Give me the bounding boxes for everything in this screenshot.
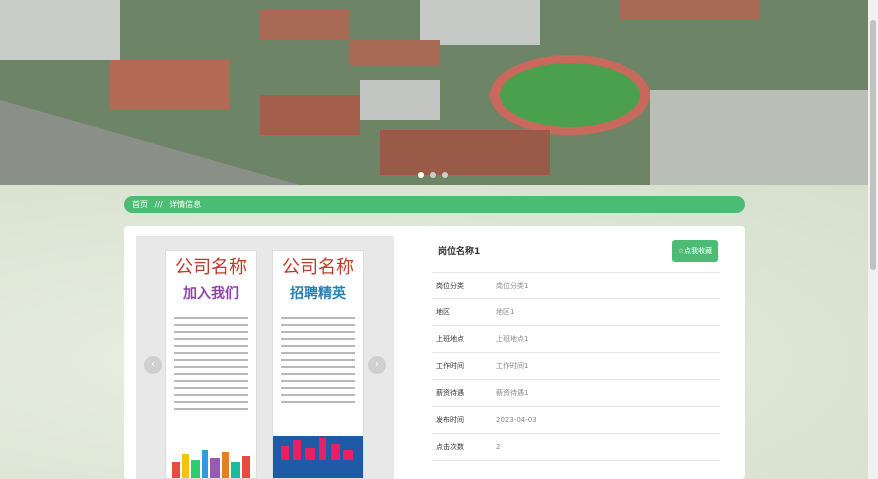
field-label: 岗位分类 [436, 281, 464, 290]
field-row-work-hours: 工作时间 工作时间1 [432, 353, 720, 380]
field-row-click-count: 点击次数 2 [432, 434, 720, 461]
job-title: 岗位名称1 [438, 247, 481, 257]
field-row-workplace: 上班地点 上班地点1 [432, 326, 720, 353]
recruitment-poster: 公司名称 加入我们 [165, 250, 257, 479]
chevron-left-icon[interactable]: ‹ [144, 356, 162, 374]
field-label: 上班地点 [436, 335, 464, 343]
page-scrollbar[interactable] [868, 0, 878, 479]
poster-title: 公司名称 [175, 257, 247, 278]
field-value: 2 [496, 443, 501, 451]
poster-text-block [174, 317, 248, 410]
field-label: 薪资待遇 [436, 389, 464, 397]
field-value: 岗位分类1 [496, 281, 529, 290]
poster-text-block [281, 317, 355, 403]
field-label: 地区 [436, 308, 450, 316]
poster-subtitle: 加入我们 [183, 286, 239, 302]
breadcrumb: 首页 /// 详情信息 [124, 196, 745, 213]
field-label: 点击次数 [436, 443, 464, 451]
field-row-region: 地区 地区1 [432, 299, 720, 326]
breadcrumb-home[interactable]: 首页 [132, 200, 148, 209]
poster-subtitle: 招聘精英 [290, 286, 346, 302]
field-label: 发布时间 [436, 416, 464, 424]
recruitment-poster: 公司名称 招聘精英 [272, 250, 364, 479]
carousel-dots [418, 172, 448, 178]
field-row-category: 岗位分类 岗位分类1 [432, 272, 720, 299]
field-value: 地区1 [496, 308, 515, 316]
campus-banner[interactable] [0, 0, 868, 185]
carousel-dot[interactable] [442, 172, 448, 178]
campus-aerial-image [0, 0, 868, 185]
job-detail-card: 公司名称 加入我们 公司名称 招聘精英 ‹ › 岗位名称1 ☆点我收藏 岗位分类… [124, 226, 745, 479]
breadcrumb-separator: /// [154, 200, 163, 209]
scrollbar-thumb[interactable] [870, 20, 876, 270]
city-skyline-icon [273, 436, 363, 478]
field-row-publish-date: 发布时间 2023-04-03 [432, 407, 720, 434]
favorite-button[interactable]: ☆点我收藏 [672, 240, 718, 262]
image-gallery: 公司名称 加入我们 公司名称 招聘精英 ‹ › [136, 236, 394, 479]
field-value: 上班地点1 [496, 335, 529, 343]
breadcrumb-current: 详情信息 [169, 200, 202, 209]
city-skyline-icon [172, 450, 250, 478]
carousel-dot[interactable] [430, 172, 436, 178]
field-value: 工作时间1 [496, 362, 529, 370]
chevron-right-icon[interactable]: › [368, 356, 386, 374]
field-value: 薪资待遇1 [496, 389, 529, 397]
field-label: 工作时间 [436, 362, 464, 370]
field-value: 2023-04-03 [496, 416, 537, 424]
carousel-dot[interactable] [418, 172, 424, 178]
field-row-salary: 薪资待遇 薪资待遇1 [432, 380, 720, 407]
job-fields: 岗位分类 岗位分类1 地区 地区1 上班地点 上班地点1 工作时间 工作时间1 … [432, 272, 720, 461]
poster-title: 公司名称 [282, 257, 354, 278]
